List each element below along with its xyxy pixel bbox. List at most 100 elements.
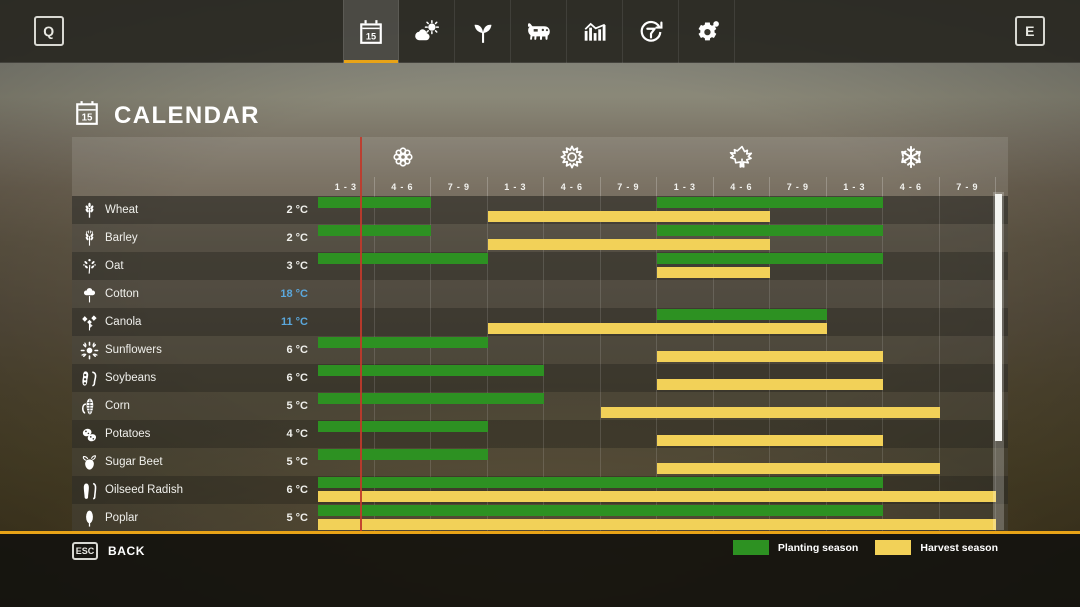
crop-name: Sugar Beet [105, 448, 163, 476]
crop-row[interactable]: Oilseed Radish6 °C [72, 476, 1008, 504]
crop-min-temperature: 2 °C [242, 196, 308, 224]
crop-row[interactable]: Sugar Beet5 °C [72, 448, 1008, 476]
season-cell [544, 392, 601, 420]
crop-name: Wheat [105, 196, 138, 224]
page-title-row: 15 CALENDAR [74, 100, 260, 131]
season-cell [714, 280, 771, 308]
season-cell [883, 420, 940, 448]
crop-name: Canola [105, 308, 141, 336]
calendar-15-icon: 15 [74, 100, 100, 131]
planting-season-bar [318, 393, 544, 404]
season-cell [883, 308, 940, 336]
harvest-season-bar [657, 435, 883, 446]
season-cell [544, 336, 601, 364]
harvest-season-bar [488, 239, 771, 250]
crop-name: Corn [105, 392, 130, 420]
season-cell [940, 280, 997, 308]
month-header-cell: 1 - 3 [318, 177, 375, 196]
planting-season-bar [318, 253, 488, 264]
season-cell [318, 308, 375, 336]
crop-season-grid [318, 336, 1008, 364]
crop-name: Potatoes [105, 420, 150, 448]
season-cell [940, 252, 997, 280]
crop-row[interactable]: Canola 11 °C [72, 308, 1008, 336]
crop-row[interactable]: Corn5 °C [72, 392, 1008, 420]
planting-season-bar [657, 309, 827, 320]
crop-name: Soybeans [105, 364, 156, 392]
crop-row[interactable]: Poplar5 °C [72, 504, 1008, 531]
season-cell [544, 420, 601, 448]
canola-icon [80, 313, 99, 332]
crop-min-temperature: 6 °C [242, 364, 308, 392]
legend: Planting seasonHarvest season [733, 540, 1006, 555]
harvest-season-bar [657, 379, 883, 390]
sugarbeet-icon [80, 453, 99, 472]
crop-min-temperature: 11 °C [242, 308, 308, 336]
month-header-cell: 4 - 6 [883, 177, 940, 196]
tab-plants[interactable] [455, 0, 511, 63]
planting-season-bar [657, 225, 883, 236]
top-navigation-bar: Q E 15 [0, 0, 1080, 63]
crop-min-temperature: 5 °C [242, 504, 308, 531]
back-action[interactable]: ESC BACK [72, 542, 145, 560]
sunflower-icon [80, 341, 99, 360]
tab-settings[interactable] [679, 0, 735, 63]
crop-row[interactable]: Cotton18 °C [72, 280, 1008, 308]
crop-rows-container[interactable]: Wheat 2 °CBarley2 °COat3 °CCotton18 °CCan… [72, 196, 1008, 531]
planting-season-bar [657, 253, 883, 264]
next-page-key-e[interactable]: E [1015, 16, 1045, 46]
planting-season-bar [318, 197, 431, 208]
season-cell [431, 196, 488, 224]
season-cell [431, 308, 488, 336]
crop-row[interactable]: Potatoes4 °C [72, 420, 1008, 448]
planting-season-bar [318, 449, 488, 460]
harvest-season-bar [657, 351, 883, 362]
season-cell [657, 280, 714, 308]
month-header-cell: 4 - 6 [714, 177, 771, 196]
prev-page-key-q[interactable]: Q [34, 16, 64, 46]
season-cell [940, 336, 997, 364]
month-header-cell: 1 - 3 [657, 177, 714, 196]
season-cell [488, 252, 545, 280]
animals-icon [525, 18, 552, 45]
tab-production[interactable] [623, 0, 679, 63]
tab-weather[interactable] [399, 0, 455, 63]
crop-season-grid [318, 364, 1008, 392]
crop-name: Oat [105, 252, 124, 280]
scrollbar-thumb[interactable] [995, 194, 1002, 441]
season-cell [488, 280, 545, 308]
crop-row[interactable]: Wheat 2 °C [72, 196, 1008, 224]
esc-key-badge: ESC [72, 542, 98, 560]
season-cell [940, 196, 997, 224]
season-cell [883, 252, 940, 280]
crop-row[interactable]: Sunflowers6 °C [72, 336, 1008, 364]
tab-statistics[interactable] [567, 0, 623, 63]
season-cell [318, 280, 375, 308]
month-header-cell: 4 - 6 [375, 177, 432, 196]
season-cell [375, 280, 432, 308]
crop-row[interactable]: Barley2 °C [72, 224, 1008, 252]
month-header-cell: 4 - 6 [544, 177, 601, 196]
season-cell [940, 224, 997, 252]
season-cell [827, 308, 884, 336]
season-cell [827, 280, 884, 308]
crop-season-grid [318, 308, 1008, 336]
season-cell [544, 448, 601, 476]
crop-row[interactable]: Soybeans 6 °C [72, 364, 1008, 392]
month-header-cell: 7 - 9 [601, 177, 658, 196]
season-header-row [72, 137, 1008, 177]
tab-calendar[interactable]: 15 [343, 0, 399, 63]
soybean-icon [80, 369, 99, 388]
tab-animals[interactable] [511, 0, 567, 63]
crop-season-grid [318, 280, 1008, 308]
legend-swatch [733, 540, 769, 555]
crop-name: Barley [105, 224, 138, 252]
planting-season-bar [318, 421, 488, 432]
winter-snowflake-icon [897, 143, 925, 171]
crop-row[interactable]: Oat3 °C [72, 252, 1008, 280]
season-cell [488, 336, 545, 364]
svg-text:15: 15 [82, 113, 93, 124]
footer-bar: ESC BACK Planting seasonHarvest season [0, 531, 1080, 607]
month-header-cell: 1 - 3 [488, 177, 545, 196]
crop-min-temperature: 6 °C [242, 336, 308, 364]
